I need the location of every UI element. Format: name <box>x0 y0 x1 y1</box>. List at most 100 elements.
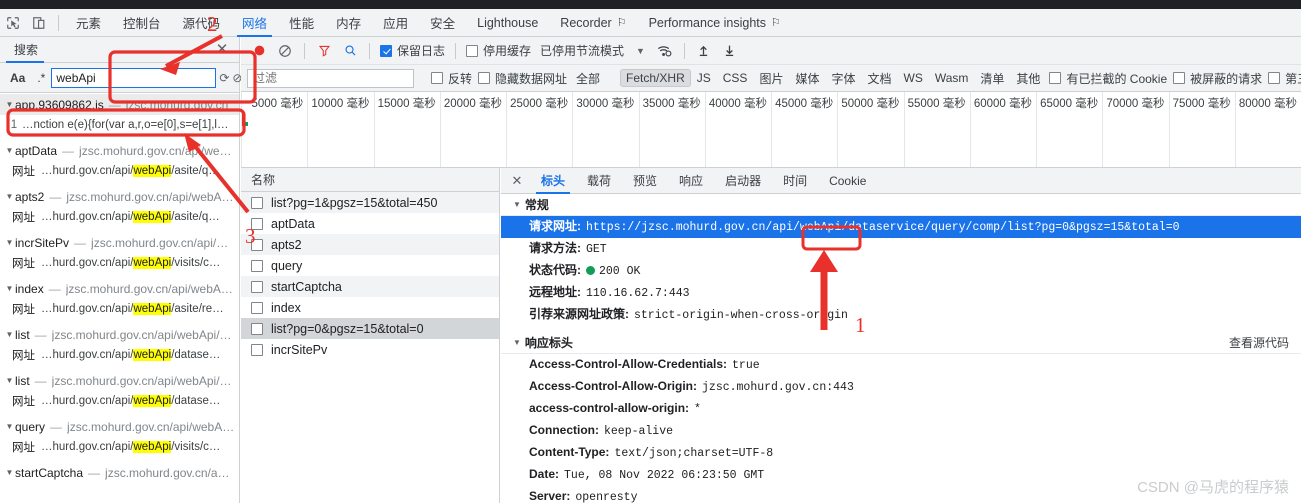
filter-type-other[interactable]: 其他 <box>1010 68 1046 89</box>
request-row[interactable]: startCaptcha <box>241 276 499 297</box>
tab-preview[interactable]: 预览 <box>622 168 668 194</box>
tab-payload[interactable]: 载荷 <box>576 168 622 194</box>
third-party-checkbox[interactable]: 第三方 <box>1265 70 1301 87</box>
search-result-match[interactable]: 网址 …hurd.gov.cn/api/webApi/datase… <box>0 345 239 365</box>
search-icon[interactable] <box>338 39 362 63</box>
search-result-file[interactable]: ▼ incrSitePv — jzsc.mohurd.gov.cn/api/w… <box>0 232 239 253</box>
filter-type-media[interactable]: 媒体 <box>789 68 825 89</box>
tab-performance-insights[interactable]: Performance insights ⚐ <box>638 9 792 37</box>
tab-security[interactable]: 安全 <box>419 9 466 37</box>
filter-input[interactable] <box>247 68 414 88</box>
request-row-checkbox[interactable] <box>251 301 263 314</box>
request-row-checkbox[interactable] <box>251 196 263 209</box>
filter-type-css[interactable]: CSS <box>717 69 754 87</box>
request-list-column-header[interactable]: 名称 <box>241 168 499 192</box>
tab-lighthouse[interactable]: Lighthouse <box>466 9 549 37</box>
request-row-checkbox[interactable] <box>251 322 263 335</box>
request-row[interactable]: list?pg=0&pgsz=15&total=0 <box>241 318 499 339</box>
tab-response[interactable]: 响应 <box>668 168 714 194</box>
search-result-match[interactable]: 网址 …hurd.gov.cn/api/webApi/asite/re… <box>0 299 239 319</box>
hide-data-urls-checkbox[interactable]: 隐藏数据网址 <box>475 70 570 87</box>
filter-type-fetch-xhr[interactable]: Fetch/XHR <box>620 69 691 87</box>
tab-console[interactable]: 控制台 <box>112 9 172 37</box>
tab-network[interactable]: 网络 <box>231 9 278 37</box>
blocked-cookies-checkbox[interactable]: 有已拦截的 Cookie <box>1046 70 1170 87</box>
request-row-checkbox[interactable] <box>251 343 263 356</box>
request-row-checkbox[interactable] <box>251 280 263 293</box>
tab-memory[interactable]: 内存 <box>325 9 372 37</box>
search-result-file[interactable]: ▼ apts2 — jzsc.mohurd.gov.cn/api/webA… <box>0 186 239 207</box>
refresh-icon[interactable]: ⟳ <box>219 68 229 87</box>
status-code-key: 状态代码: <box>529 263 581 277</box>
filter-type-doc[interactable]: 文档 <box>861 68 897 89</box>
search-result-match[interactable]: 网址 …hurd.gov.cn/api/webApi/visits/c… <box>0 253 239 273</box>
general-section-header[interactable]: ▼ 常规 <box>501 194 1301 216</box>
throttling-select[interactable]: 已停用节流模式 <box>536 42 628 59</box>
search-result-match[interactable]: 网址 …hurd.gov.cn/api/webApi/datase… <box>0 391 239 411</box>
tab-elements[interactable]: 元素 <box>65 9 112 37</box>
record-button[interactable] <box>247 39 271 63</box>
tab-cookies[interactable]: Cookie <box>818 168 877 194</box>
network-conditions-icon[interactable] <box>653 39 677 63</box>
preserve-log-checkbox[interactable]: 保留日志 <box>377 42 448 59</box>
search-result-file[interactable]: ▼ aptData — jzsc.mohurd.gov.cn/api/web… <box>0 140 239 161</box>
search-result-match[interactable]: 网址 …hurd.gov.cn/api/webApi/asite/q… <box>0 161 239 181</box>
search-result-file[interactable]: ▼ app.93609862.js — jzsc.mohurd.gov.cn <box>0 94 239 115</box>
clear-requests-icon[interactable] <box>273 39 297 63</box>
request-row-checkbox[interactable] <box>251 259 263 272</box>
chevron-down-icon[interactable]: ▼ <box>630 46 651 56</box>
search-result-match[interactable]: 网址 …hurd.gov.cn/api/webApi/visits/c… <box>0 437 239 457</box>
response-header-value: Tue, 08 Nov 2022 06:23:50 GMT <box>564 469 765 482</box>
blocked-requests-checkbox[interactable]: 被屏蔽的请求 <box>1170 70 1265 87</box>
filter-type-wasm[interactable]: Wasm <box>929 69 975 87</box>
response-header-row: access-control-allow-origin: * <box>513 398 1301 420</box>
tab-application[interactable]: 应用 <box>372 9 419 37</box>
import-har-icon[interactable] <box>692 39 716 63</box>
search-input[interactable] <box>51 67 217 88</box>
request-row[interactable]: index <box>241 297 499 318</box>
response-header-value: jzsc.mohurd.gov.cn:443 <box>702 381 854 394</box>
search-result-file[interactable]: ▼ query — jzsc.mohurd.gov.cn/api/webA… <box>0 416 239 437</box>
search-result-file[interactable]: ▼ index — jzsc.mohurd.gov.cn/api/webAp… <box>0 278 239 299</box>
request-row[interactable]: apts2 <box>241 234 499 255</box>
search-results-list[interactable]: ▼ app.93609862.js — jzsc.mohurd.gov.cn 1 …nct… <box>0 94 239 503</box>
filter-type-manifest[interactable]: 清单 <box>974 68 1010 89</box>
search-result-file[interactable]: ▼ startCaptcha — jzsc.mohurd.gov.cn/api… <box>0 462 239 483</box>
search-result-code-line[interactable]: 1 …nction e(e){for(var a,r,o=e[0],s=e[1],… <box>0 115 239 135</box>
tab-timing[interactable]: 时间 <box>772 168 818 194</box>
request-rows-container[interactable]: list?pg=1&pgsz=15&total=450 aptData apts2 q… <box>241 192 499 360</box>
request-url-row[interactable]: 请求网址: https://jzsc.mohurd.gov.cn/api/web… <box>501 216 1301 238</box>
tab-sources[interactable]: 源代码 <box>172 9 232 37</box>
view-source-link[interactable]: 查看源代码 <box>1229 334 1289 351</box>
response-headers-section-header[interactable]: ▼ 响应标头 查看源代码 <box>501 332 1301 354</box>
disable-cache-checkbox[interactable]: 停用缓存 <box>463 42 534 59</box>
filter-type-all[interactable]: 全部 <box>570 68 606 89</box>
tab-headers[interactable]: 标头 <box>530 168 576 194</box>
tab-initiator[interactable]: 启动器 <box>714 168 772 194</box>
filter-type-font[interactable]: 字体 <box>825 68 861 89</box>
match-case-button[interactable]: Aa <box>4 71 31 85</box>
inspect-element-icon[interactable] <box>0 10 26 36</box>
search-result-file[interactable]: ▼ list — jzsc.mohurd.gov.cn/api/webApi/d… <box>0 324 239 345</box>
close-icon[interactable]: ✕ <box>213 40 231 58</box>
request-row[interactable]: query <box>241 255 499 276</box>
device-toolbar-icon[interactable] <box>26 10 52 36</box>
filter-type-img[interactable]: 图片 <box>753 68 789 89</box>
request-row[interactable]: incrSitePv <box>241 339 499 360</box>
export-har-icon[interactable] <box>718 39 742 63</box>
filter-type-js[interactable]: JS <box>691 69 717 87</box>
request-row[interactable]: list?pg=1&pgsz=15&total=450 <box>241 192 499 213</box>
network-timeline-ruler[interactable]: 5000 毫秒 10000 毫秒 15000 毫秒 20000 毫秒 25000 毫秒 3… <box>241 92 1301 168</box>
filter-icon[interactable] <box>312 39 336 63</box>
request-row[interactable]: aptData <box>241 213 499 234</box>
search-result-match[interactable]: 网址 …hurd.gov.cn/api/webApi/asite/q… <box>0 207 239 227</box>
invert-checkbox[interactable]: 反转 <box>428 70 475 87</box>
tab-performance[interactable]: 性能 <box>278 9 325 37</box>
regex-toggle-button[interactable]: .* <box>34 71 48 85</box>
general-section-title: 常规 <box>524 198 549 212</box>
filter-type-ws[interactable]: WS <box>898 69 929 87</box>
tab-recorder[interactable]: Recorder ⚐ <box>549 9 637 37</box>
search-result-file[interactable]: ▼ list — jzsc.mohurd.gov.cn/api/webApi/d… <box>0 370 239 391</box>
chevron-down-icon: ▼ <box>5 422 14 431</box>
close-detail-icon[interactable]: ✕ <box>507 171 527 191</box>
